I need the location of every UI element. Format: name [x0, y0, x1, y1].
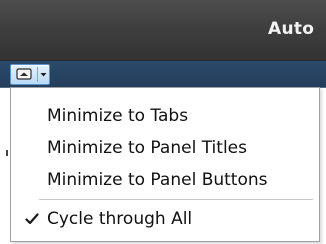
minimize-ribbon-split-button[interactable] — [10, 64, 50, 85]
title-bar: Auto — [0, 0, 326, 61]
panel-minimize-icon — [16, 68, 32, 80]
panel-minimize-button[interactable] — [11, 65, 37, 84]
app-title: Auto — [268, 19, 315, 39]
menu-item-label: Minimize to Panel Titles — [47, 138, 247, 158]
menu-item-label: Minimize to Tabs — [47, 106, 189, 126]
dropdown-arrow-button[interactable] — [38, 65, 49, 84]
menu-item-label: Minimize to Panel Buttons — [47, 170, 268, 190]
menu-item-cycle-through-all[interactable]: Cycle through All — [11, 204, 319, 234]
minimize-options-menu: Minimize to Tabs Minimize to Panel Title… — [10, 87, 320, 242]
menu-item-minimize-to-panel-buttons[interactable]: Minimize to Panel Buttons — [11, 165, 319, 195]
background-fragment — [6, 150, 8, 156]
menu-item-minimize-to-tabs[interactable]: Minimize to Tabs — [11, 101, 319, 131]
menu-item-label: Cycle through All — [47, 209, 193, 229]
chevron-down-icon — [40, 73, 47, 77]
checkmark-icon — [25, 213, 39, 225]
menu-separator — [39, 199, 313, 200]
menu-item-minimize-to-panel-titles[interactable]: Minimize to Panel Titles — [11, 133, 319, 163]
